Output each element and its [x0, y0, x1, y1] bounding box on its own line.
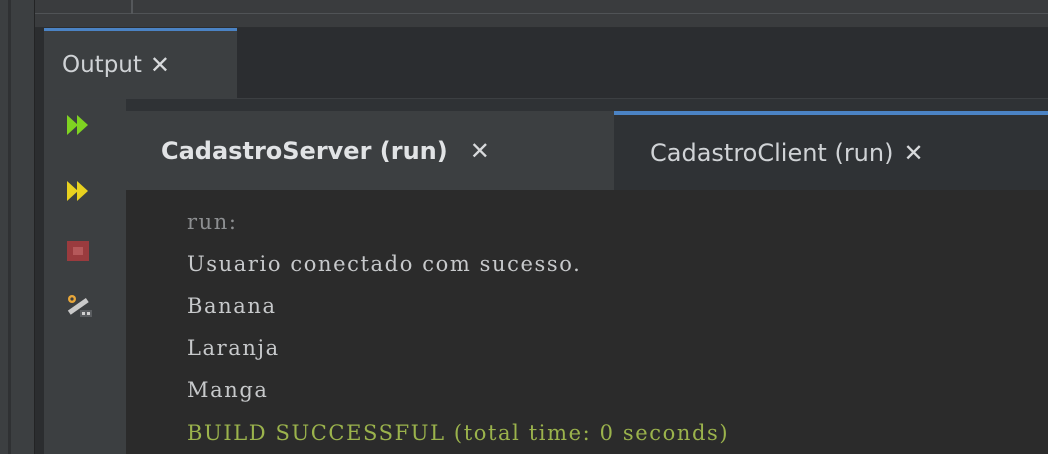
console-line: run:	[187, 210, 238, 234]
top-strip-divider	[131, 0, 133, 14]
tab-cadastro-server-close-icon[interactable]: ✕	[470, 137, 490, 165]
output-toolbar	[44, 99, 126, 454]
tab-cadastro-client-close-icon[interactable]: ✕	[903, 139, 923, 167]
tab-cadastro-client[interactable]: CadastroClient (run) ✕	[614, 111, 1048, 190]
settings-wrench-icon[interactable]	[64, 291, 92, 319]
tab-cadastro-server-label: CadastroServer (run)	[161, 136, 448, 165]
run-tabs-bar: CadastroServer (run) ✕ CadastroClient (r…	[126, 99, 1048, 190]
console-line: Manga	[187, 378, 269, 402]
console-line-build-status: BUILD SUCCESSFUL (total time: 0 seconds)	[187, 421, 730, 445]
console-line: Usuario conectado com sucesso.	[187, 252, 582, 276]
rerun-icon[interactable]	[64, 111, 92, 139]
rerun-options-icon-graphic	[67, 181, 88, 201]
console-line: Banana	[187, 294, 277, 318]
top-toolbar-strip	[35, 0, 1048, 28]
stop-icon[interactable]	[64, 237, 92, 265]
console-output[interactable]: run: Usuario conectado com sucesso. Bana…	[126, 190, 1048, 454]
stop-icon-graphic	[67, 241, 89, 261]
window-left-edge	[0, 0, 35, 454]
settings-wrench-icon-graphic	[67, 295, 92, 317]
rerun-with-options-icon[interactable]	[64, 177, 92, 205]
output-tab-close-icon[interactable]: ✕	[150, 51, 170, 79]
rerun-icon-graphic	[67, 115, 88, 135]
output-panel-header: Output ✕	[44, 28, 1048, 99]
top-strip-line	[35, 13, 1048, 14]
output-tab[interactable]: Output ✕	[44, 28, 237, 98]
window-edge-line	[8, 0, 11, 454]
tab-cadastro-server[interactable]: CadastroServer (run) ✕	[126, 111, 614, 190]
console-line: Laranja	[187, 336, 280, 360]
ide-window: Output ✕ CadastroServer (run) ✕ Cadastro…	[0, 0, 1048, 454]
output-tab-label: Output	[62, 51, 142, 78]
tab-cadastro-client-label: CadastroClient (run)	[650, 138, 894, 167]
